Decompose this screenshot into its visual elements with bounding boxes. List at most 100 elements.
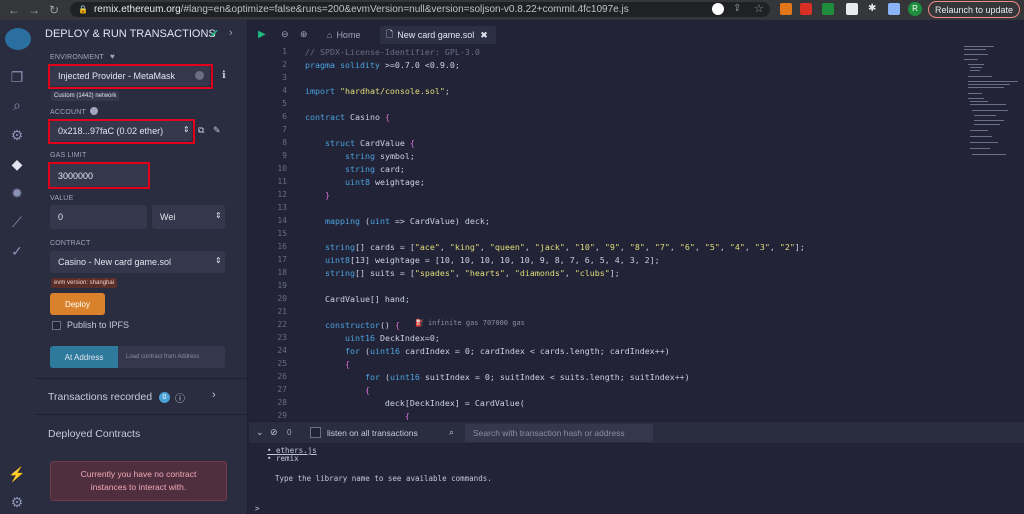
line-number: 26: [277, 372, 287, 381]
debugger-icon[interactable]: ✹: [8, 184, 26, 202]
collapse-terminal-icon[interactable]: ⌄: [256, 427, 264, 438]
plugin-manager-icon[interactable]: ⚡: [8, 465, 26, 483]
deploy-button[interactable]: Deploy: [50, 293, 105, 315]
code-line: struct CardValue {: [324, 138, 415, 148]
copy-icon[interactable]: ⧉: [198, 125, 204, 136]
line-number: 10: [277, 164, 287, 173]
extension-green-icon[interactable]: [822, 3, 834, 15]
minimap-line: [974, 120, 1004, 121]
metamask-icon[interactable]: [780, 3, 792, 15]
remix-logo-icon[interactable]: [5, 28, 31, 50]
environment-label: ENVIRONMENT: [50, 54, 104, 61]
close-tab-icon[interactable]: ✖: [480, 30, 488, 41]
edit-icon[interactable]: ✎: [213, 125, 221, 136]
zoom-in-icon[interactable]: ⊕: [300, 29, 308, 40]
line-number: 15: [277, 229, 287, 238]
transactions-chevron-icon[interactable]: ›: [212, 389, 216, 401]
extension-white-icon[interactable]: [846, 3, 858, 15]
analytics-icon[interactable]: ⟋: [8, 213, 26, 231]
google-icon[interactable]: [712, 3, 724, 15]
line-number: 23: [277, 333, 287, 342]
line-number: 28: [277, 398, 287, 407]
highlight-account: [48, 119, 195, 144]
line-number: 27: [277, 385, 287, 394]
terminal-output: • ethers.js • remix Type the library nam…: [249, 443, 1024, 514]
sidepanel-icon[interactable]: [888, 3, 900, 15]
minimap-line: [968, 64, 984, 65]
divider: [35, 378, 248, 379]
reload-icon[interactable]: ↻: [46, 3, 62, 17]
pending-tx-count: 0: [287, 428, 292, 437]
minimap-line: [974, 115, 996, 116]
line-number: 14: [277, 216, 287, 225]
transactions-info-icon[interactable]: ⓘ: [175, 390, 185, 405]
code-line: {: [344, 359, 350, 369]
share-icon[interactable]: ⇪: [733, 3, 745, 15]
gas-pump-icon: ⛽: [415, 319, 428, 327]
code-line: }: [324, 190, 330, 200]
code-line: pragma solidity >=0.7.0 <0.9.0;: [305, 60, 460, 70]
minimap-line: [968, 84, 1010, 85]
contract-select[interactable]: Casino - New card game.sol: [50, 251, 225, 273]
editor-tab-bar: ▶ ⊖ ⊕ ⌂ Home 🗋 New card game.sol ✖: [249, 26, 1024, 44]
minimap-line: [968, 98, 984, 99]
panel-title: DEPLOY & RUN TRANSACTIONS: [45, 28, 216, 40]
gas-estimate-hint: ⛽ infinite gas 707000 gas: [415, 319, 525, 327]
chevron-right-icon[interactable]: ›: [229, 27, 233, 39]
file-explorer-icon[interactable]: ❐: [8, 68, 26, 86]
publish-ipfs-checkbox[interactable]: [52, 321, 61, 330]
unit-chevron-icon: ⇕: [215, 211, 222, 220]
forward-icon[interactable]: →: [26, 3, 42, 17]
back-icon[interactable]: ←: [6, 3, 22, 17]
star-icon[interactable]: ☆: [754, 3, 766, 15]
line-number: 19: [277, 281, 287, 290]
code-line: // SPDX-License-Identifier: GPL-3.0: [305, 47, 480, 57]
transaction-search-input[interactable]: Search with transaction hash or address: [465, 424, 653, 442]
minimap-line: [972, 110, 1008, 111]
address-bar[interactable]: 🔒 remix.ethereum.org /#lang=en&optimize=…: [70, 2, 770, 17]
relaunch-button[interactable]: Relaunch to update: [928, 1, 1020, 18]
publish-ipfs-label: Publish to IPFS: [67, 320, 130, 330]
deploy-run-icon[interactable]: ◆: [8, 155, 26, 173]
zoom-out-icon[interactable]: ⊖: [281, 29, 289, 40]
profile-avatar[interactable]: R: [908, 2, 922, 16]
minimap-line: [970, 70, 980, 71]
value-input[interactable]: 0: [50, 205, 147, 229]
settings-gear-icon[interactable]: ⚙: [8, 493, 26, 511]
code-minimap[interactable]: [960, 44, 1024, 420]
listen-transactions-checkbox[interactable]: [310, 427, 321, 438]
clear-console-icon[interactable]: ⊘: [270, 427, 278, 438]
terminal-prompt[interactable]: >: [255, 504, 260, 513]
divider: [35, 414, 248, 415]
run-icon[interactable]: ▶: [258, 29, 266, 40]
line-number: 17: [277, 255, 287, 264]
at-address-button[interactable]: At Address: [50, 346, 118, 368]
transactions-recorded-label[interactable]: Transactions recorded: [48, 391, 152, 403]
code-editor[interactable]: 1 2 3 4 5 6 7 8 9 10 11 12 13 14 15 16 17 18 19 20 21 22 23 24 2…: [249, 44, 960, 420]
contract-label: CONTRACT: [50, 240, 91, 247]
gas-limit-label: GAS LIMIT: [50, 152, 87, 159]
deployed-contracts-label: Deployed Contracts: [48, 428, 141, 440]
puzzle-icon[interactable]: ✱: [868, 3, 880, 15]
code-line: for (uint16 suitIndex = 0; suitIndex < s…: [364, 372, 690, 382]
code-line: deck[DeckIndex] = CardValue(: [305, 398, 525, 408]
tab-home[interactable]: ⌂ Home: [321, 26, 366, 44]
compiler-icon[interactable]: ⚙: [8, 126, 26, 144]
tab-new-card-game[interactable]: 🗋 New card game.sol ✖: [380, 26, 496, 44]
search-icon[interactable]: ⌕: [8, 96, 26, 114]
load-contract-input[interactable]: Load contract from Address: [118, 346, 225, 368]
gas-hint-text: infinite gas 707000 gas: [427, 319, 525, 327]
check-icon: ✔: [210, 28, 220, 40]
minimap-line: [970, 67, 982, 68]
no-contracts-message: Currently you have no contract instances…: [50, 461, 227, 501]
url-host: remix.ethereum.org: [93, 4, 181, 15]
verify-icon[interactable]: ✓: [8, 242, 26, 260]
add-account-icon[interactable]: [90, 107, 98, 115]
code-line: {: [364, 385, 370, 395]
value-unit: Wei: [160, 212, 176, 222]
load-contract-placeholder: Load contract from Address: [126, 354, 200, 360]
line-number: 21: [277, 307, 287, 316]
pdf-extension-icon[interactable]: [800, 3, 812, 15]
highlight-gas-limit: [48, 162, 150, 189]
info-icon[interactable]: ℹ: [222, 70, 226, 81]
